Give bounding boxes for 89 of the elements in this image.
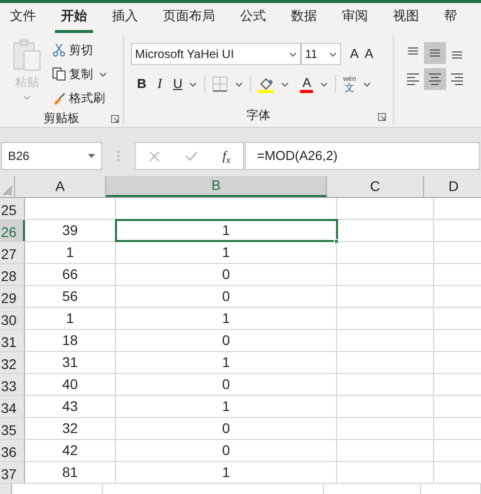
ribbon-tab[interactable]: 审阅 — [336, 6, 374, 33]
ribbon-tab[interactable]: 帮 — [438, 6, 463, 33]
cell-value: 31 — [62, 353, 78, 372]
cut-button[interactable]: 剪切 — [52, 41, 93, 59]
cell-value: 1 — [222, 397, 230, 416]
caret-icon[interactable] — [281, 82, 290, 86]
borders-icon[interactable] — [212, 76, 228, 92]
grip-icon — [117, 150, 120, 162]
caret-icon[interactable] — [99, 72, 107, 76]
right-align-icon — [450, 72, 464, 86]
cell-value: 40 — [62, 375, 78, 394]
left-align-icon — [406, 72, 420, 86]
cell-value: 0 — [222, 287, 230, 306]
cell-value: 1 — [66, 243, 74, 262]
dropdown-icon — [88, 154, 95, 158]
font-name-field[interactable]: Microsoft YaHei UI — [131, 43, 301, 65]
cell-value: 66 — [62, 265, 78, 284]
cell-value: 56 — [62, 287, 78, 306]
caret-icon[interactable] — [189, 82, 198, 86]
cell-value: 32 — [62, 419, 78, 438]
fill-handle[interactable] — [334, 239, 339, 244]
ribbon-tab[interactable]: 视图 — [387, 6, 425, 33]
cell-value: 1 — [222, 309, 230, 328]
group-label: 剪贴板 — [44, 110, 80, 127]
caret-icon[interactable] — [329, 52, 337, 56]
font-color-button[interactable]: A — [300, 76, 314, 92]
row-header[interactable]: 26 — [0, 220, 25, 241]
row-header[interactable]: 33 — [0, 374, 25, 395]
center-align-icon — [428, 72, 442, 86]
row-header[interactable]: 32 — [0, 352, 25, 373]
cell-value: 1 — [222, 353, 230, 372]
ribbon-tab[interactable]: 公式 — [234, 6, 272, 33]
formula-field[interactable]: =MOD(A26,2) — [245, 142, 480, 170]
check-icon[interactable] — [184, 151, 198, 161]
shrink-font-button[interactable]: A — [364, 44, 374, 64]
column-header[interactable]: B — [106, 176, 327, 197]
row-header[interactable]: 31 — [0, 330, 25, 351]
cell-value: 18 — [62, 331, 78, 350]
row-header[interactable]: 27 — [0, 242, 25, 263]
name-box[interactable]: B26 — [1, 142, 102, 170]
center-align-button[interactable] — [424, 68, 446, 90]
ribbon-tab[interactable]: 文件 — [4, 6, 42, 33]
paintbrush-icon — [52, 91, 66, 105]
cell-value: 81 — [62, 463, 78, 482]
row-header[interactable]: 36 — [0, 440, 25, 461]
cell-value: 1 — [222, 243, 230, 262]
cell-value: 0 — [222, 441, 230, 460]
cell-value: 43 — [62, 397, 78, 416]
column-header[interactable]: D — [424, 176, 481, 197]
fill-color-icon[interactable] — [258, 76, 274, 92]
caret-icon[interactable] — [362, 82, 371, 86]
cell-value: 0 — [222, 331, 230, 350]
brush-button[interactable]: 格式刷 — [52, 89, 105, 107]
ribbon-tab[interactable]: 数据 — [285, 6, 323, 33]
row-header[interactable]: 25 — [0, 198, 25, 219]
ribbon-tab[interactable]: 插入 — [106, 6, 144, 33]
cell-value: 0 — [222, 265, 230, 284]
cell-value: 1 — [66, 309, 74, 328]
row-header[interactable]: 28 — [0, 264, 25, 285]
grow-font-button[interactable]: A — [350, 44, 359, 64]
cell-value: 0 — [222, 419, 230, 438]
font-size-field[interactable]: 11 — [301, 43, 341, 65]
cell-value: 42 — [62, 441, 78, 460]
row-header[interactable]: 29 — [0, 286, 25, 307]
cell-value: 1 — [222, 221, 230, 240]
cell-value: 1 — [222, 463, 230, 482]
bold-button[interactable]: B — [137, 74, 146, 94]
row-header[interactable]: 35 — [0, 418, 25, 439]
row-header[interactable]: 34 — [0, 396, 25, 417]
caret-icon[interactable] — [235, 82, 244, 86]
cell-value: 0 — [222, 375, 230, 394]
underline-button[interactable]: U — [173, 74, 182, 94]
column-header[interactable]: C — [327, 176, 424, 197]
dialog-launcher-icon[interactable] — [111, 115, 119, 123]
row-header[interactable]: 37 — [0, 462, 25, 483]
scissors-icon — [52, 43, 66, 57]
caret-icon[interactable] — [320, 82, 328, 86]
ribbon-tab[interactable]: 页面布局 — [157, 6, 221, 33]
group-label: 字体 — [246, 107, 270, 124]
dialog-launcher-icon[interactable] — [378, 113, 386, 121]
caret-icon[interactable] — [289, 52, 297, 56]
copy-button[interactable]: 复制 — [52, 65, 93, 83]
cell-value: 39 — [62, 221, 78, 240]
italic-button[interactable]: I — [157, 74, 162, 94]
middle-align-button[interactable] — [424, 42, 446, 64]
clipboard-icon — [12, 39, 42, 71]
insert-function-button[interactable]: f$_{x}$ — [222, 146, 230, 166]
copy-icon — [52, 67, 66, 81]
row-header[interactable]: 30 — [0, 308, 25, 329]
